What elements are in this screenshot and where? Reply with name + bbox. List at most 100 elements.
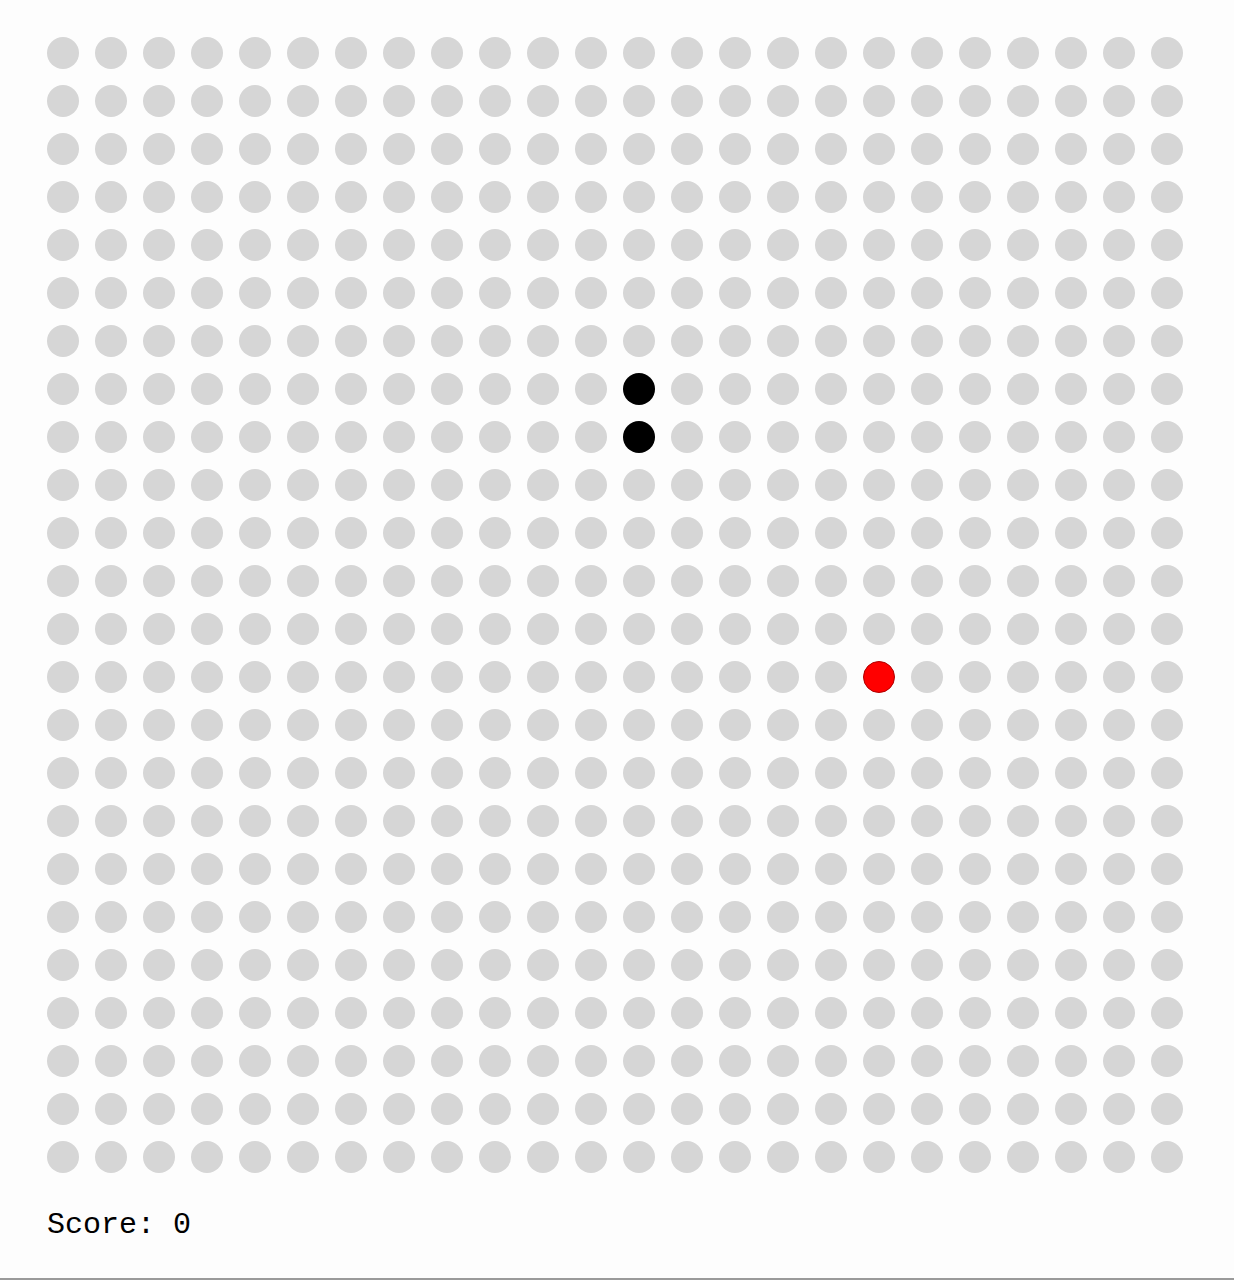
empty-cell — [143, 181, 175, 213]
empty-cell — [815, 37, 847, 69]
empty-cell — [335, 277, 367, 309]
empty-cell — [383, 133, 415, 165]
empty-cell — [575, 805, 607, 837]
empty-cell — [239, 133, 271, 165]
empty-cell — [191, 229, 223, 261]
empty-cell — [383, 517, 415, 549]
empty-cell — [431, 661, 463, 693]
empty-cell — [527, 1045, 559, 1077]
empty-cell — [623, 85, 655, 117]
empty-cell — [671, 277, 703, 309]
empty-cell — [623, 997, 655, 1029]
empty-cell — [623, 1045, 655, 1077]
empty-cell — [239, 277, 271, 309]
empty-cell — [1103, 613, 1135, 645]
empty-cell — [383, 853, 415, 885]
empty-cell — [95, 229, 127, 261]
empty-cell — [863, 997, 895, 1029]
empty-cell — [335, 373, 367, 405]
empty-cell — [95, 1045, 127, 1077]
empty-cell — [575, 277, 607, 309]
empty-cell — [575, 133, 607, 165]
empty-cell — [767, 805, 799, 837]
empty-cell — [431, 277, 463, 309]
empty-cell — [767, 661, 799, 693]
empty-cell — [479, 37, 511, 69]
empty-cell — [959, 37, 991, 69]
empty-cell — [863, 565, 895, 597]
empty-cell — [767, 229, 799, 261]
empty-cell — [479, 85, 511, 117]
empty-cell — [383, 997, 415, 1029]
empty-cell — [143, 1141, 175, 1173]
empty-cell — [239, 85, 271, 117]
empty-cell — [623, 949, 655, 981]
empty-cell — [1103, 805, 1135, 837]
empty-cell — [47, 997, 79, 1029]
empty-cell — [1007, 469, 1039, 501]
empty-cell — [575, 325, 607, 357]
game-page: Score:0 — [0, 0, 1234, 1280]
empty-cell — [719, 853, 751, 885]
empty-cell — [431, 805, 463, 837]
empty-cell — [863, 709, 895, 741]
empty-cell — [863, 949, 895, 981]
empty-cell — [479, 1045, 511, 1077]
empty-cell — [95, 613, 127, 645]
empty-cell — [911, 901, 943, 933]
empty-cell — [959, 997, 991, 1029]
empty-cell — [431, 997, 463, 1029]
empty-cell — [431, 229, 463, 261]
empty-cell — [1007, 277, 1039, 309]
empty-cell — [1007, 901, 1039, 933]
empty-cell — [143, 709, 175, 741]
empty-cell — [815, 325, 847, 357]
empty-cell — [959, 613, 991, 645]
empty-cell — [527, 469, 559, 501]
empty-cell — [335, 85, 367, 117]
empty-cell — [1007, 133, 1039, 165]
empty-cell — [335, 181, 367, 213]
empty-cell — [191, 325, 223, 357]
empty-cell — [863, 373, 895, 405]
empty-cell — [287, 85, 319, 117]
empty-cell — [95, 757, 127, 789]
empty-cell — [239, 325, 271, 357]
empty-cell — [1151, 661, 1183, 693]
empty-cell — [287, 901, 319, 933]
empty-cell — [623, 1093, 655, 1125]
empty-cell — [863, 517, 895, 549]
empty-cell — [95, 373, 127, 405]
empty-cell — [239, 709, 271, 741]
empty-cell — [335, 1093, 367, 1125]
empty-cell — [431, 949, 463, 981]
empty-cell — [95, 325, 127, 357]
empty-cell — [143, 133, 175, 165]
empty-cell — [287, 1141, 319, 1173]
empty-cell — [1007, 229, 1039, 261]
empty-cell — [815, 949, 847, 981]
empty-cell — [191, 853, 223, 885]
empty-cell — [959, 277, 991, 309]
empty-cell — [95, 565, 127, 597]
game-board[interactable] — [47, 37, 1234, 1173]
empty-cell — [1007, 613, 1039, 645]
empty-cell — [143, 85, 175, 117]
empty-cell — [239, 469, 271, 501]
empty-cell — [143, 805, 175, 837]
empty-cell — [143, 661, 175, 693]
empty-cell — [575, 1093, 607, 1125]
empty-cell — [815, 229, 847, 261]
empty-cell — [767, 949, 799, 981]
empty-cell — [671, 469, 703, 501]
empty-cell — [815, 757, 847, 789]
empty-cell — [479, 181, 511, 213]
empty-cell — [431, 1141, 463, 1173]
empty-cell — [719, 373, 751, 405]
empty-cell — [239, 853, 271, 885]
empty-cell — [959, 229, 991, 261]
empty-cell — [239, 805, 271, 837]
empty-cell — [719, 661, 751, 693]
empty-cell — [1055, 949, 1087, 981]
empty-cell — [191, 181, 223, 213]
